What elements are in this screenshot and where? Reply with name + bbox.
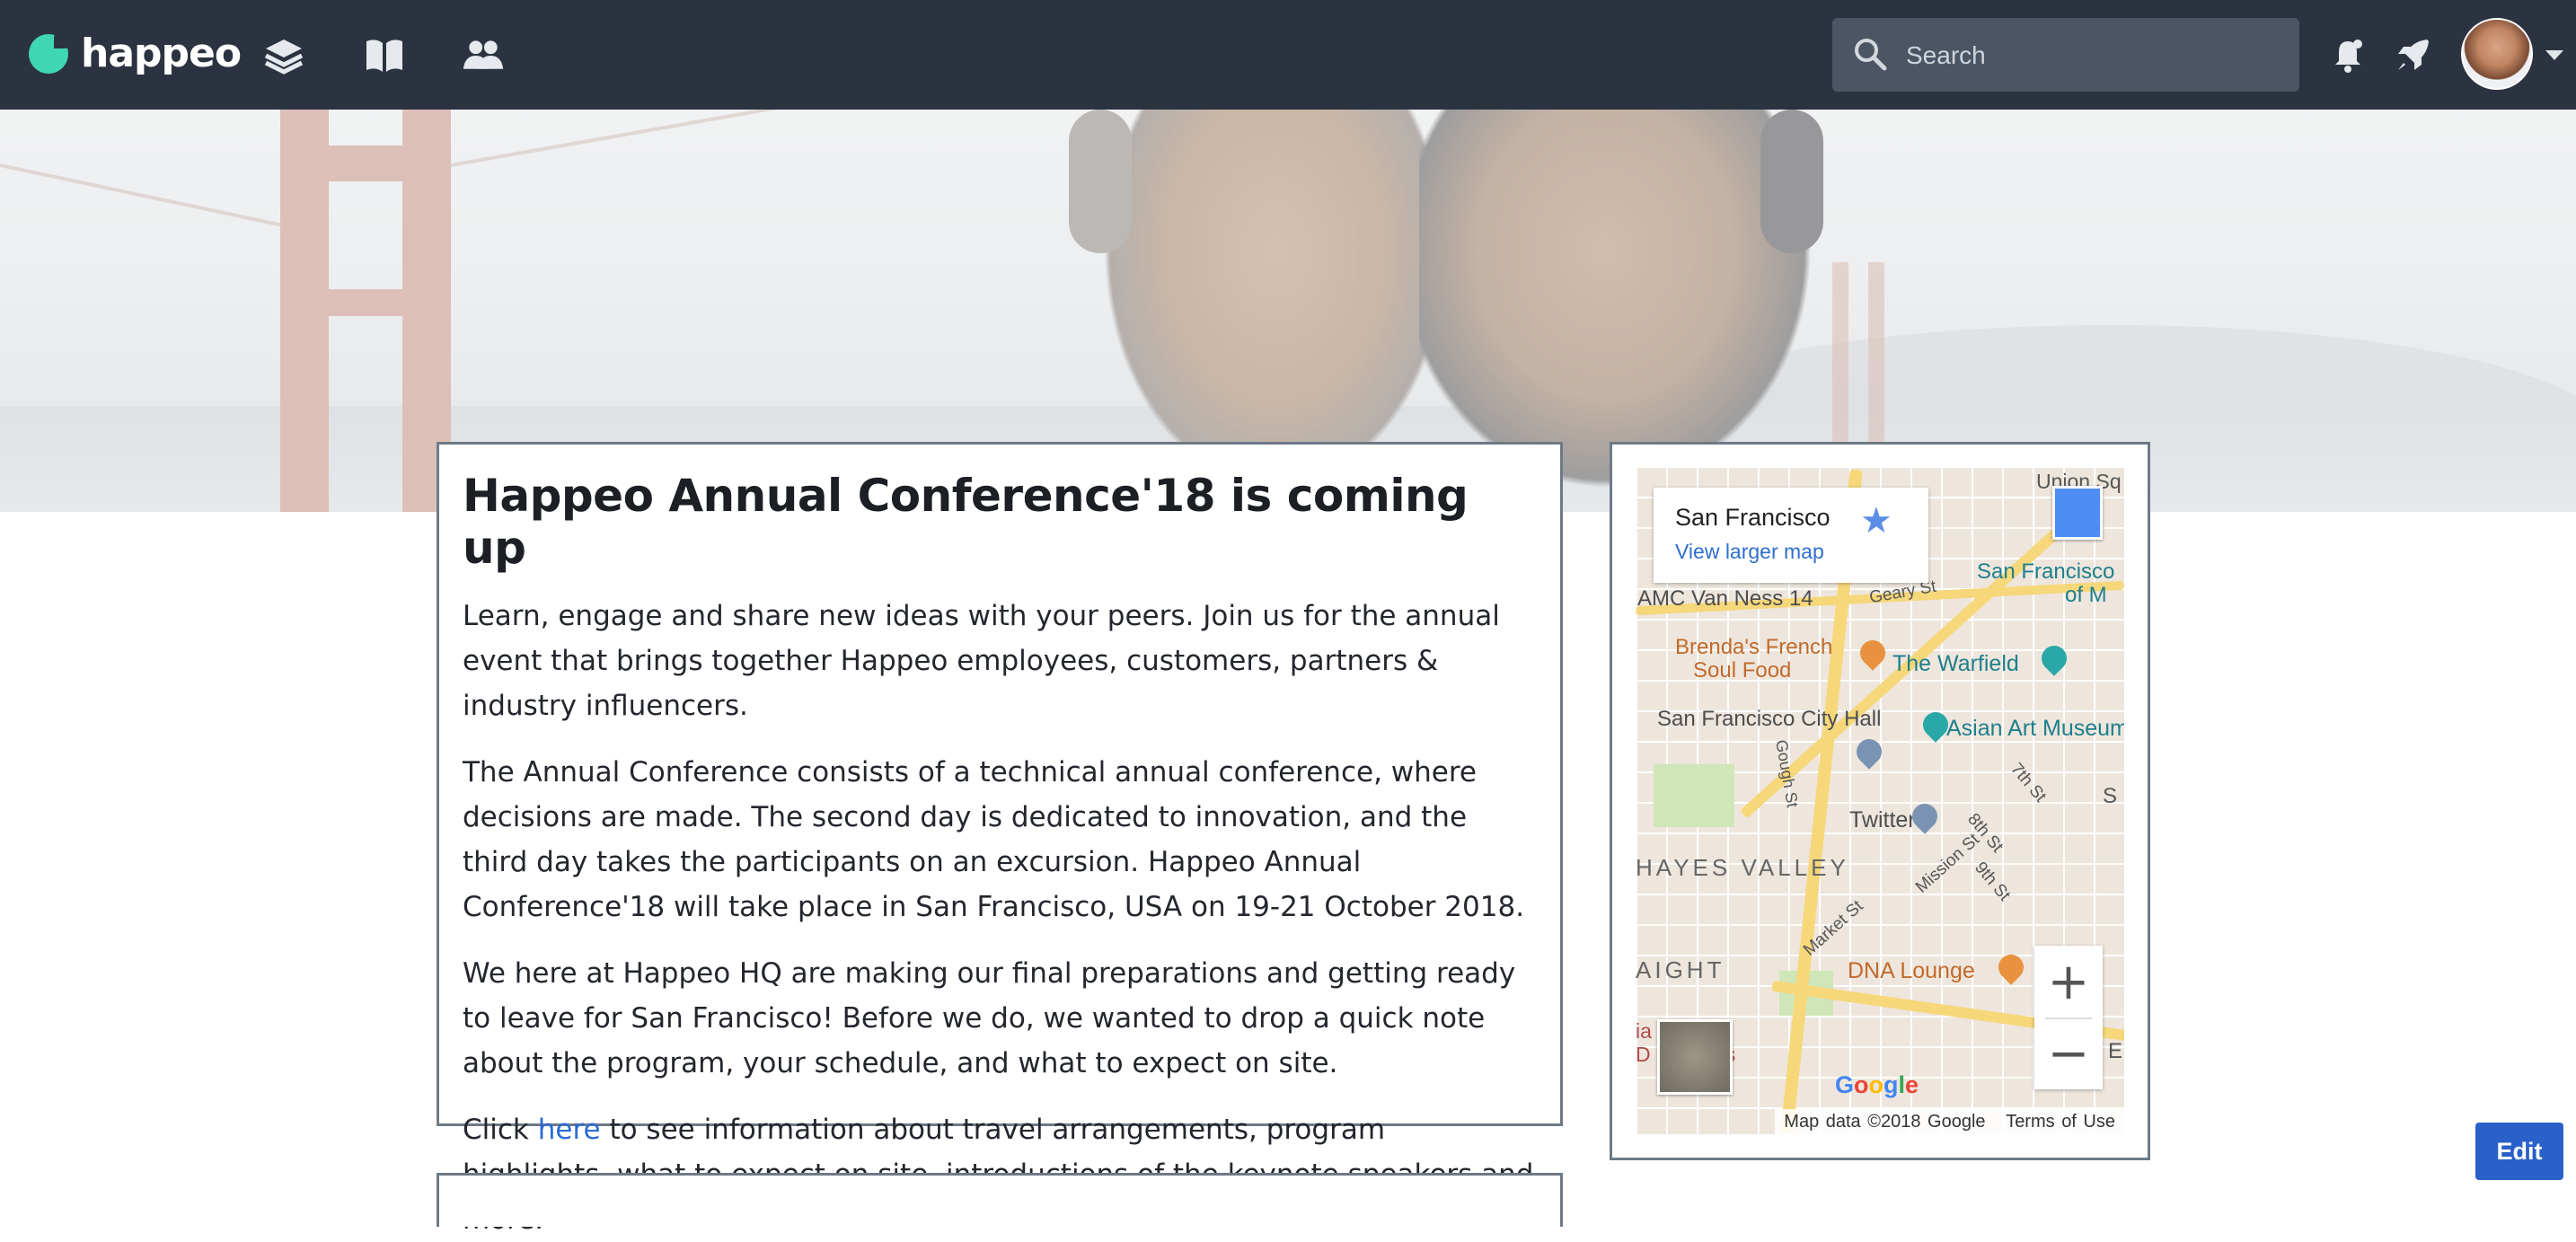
chevron-down-icon[interactable]: [2545, 50, 2563, 60]
brand-name: happeo: [81, 31, 242, 76]
zoom-in-button[interactable]: +: [2034, 946, 2103, 1017]
embedded-map[interactable]: Union Sq San Francisco of M AMC Van Ness…: [1636, 468, 2124, 1134]
google-logo: Google: [1835, 1071, 1919, 1098]
notifications-icon[interactable]: [2328, 36, 2368, 75]
satellite-toggle[interactable]: [1657, 1019, 1733, 1095]
user-avatar[interactable]: [2461, 18, 2533, 90]
map-zoom-control: + −: [2034, 946, 2103, 1089]
zoom-out-button[interactable]: −: [2034, 1017, 2103, 1089]
top-bar: happeo: [0, 0, 2576, 110]
terms-of-use-link[interactable]: Terms of Use: [2006, 1112, 2115, 1132]
layers-icon[interactable]: [262, 36, 305, 75]
article-paragraph: Learn, engage and share new ideas with y…: [463, 600, 1500, 722]
save-star-icon[interactable]: ★: [1860, 500, 1892, 542]
view-larger-map-link[interactable]: View larger map: [1675, 540, 1824, 564]
happeo-logo-icon: [29, 28, 74, 74]
article-title: Happeo Annual Conference'18 is coming up: [463, 470, 1469, 574]
next-widget-card: [437, 1173, 1563, 1227]
book-icon[interactable]: [363, 36, 406, 75]
street-view-pegman-icon[interactable]: [2052, 486, 2103, 540]
search-icon: [1855, 39, 1887, 71]
map-attribution: Map data ©2018 Google Terms of Use: [1775, 1109, 2124, 1134]
here-link[interactable]: here: [538, 1114, 601, 1146]
edit-button[interactable]: Edit: [2475, 1123, 2563, 1180]
article-card: Happeo Annual Conference'18 is coming up…: [437, 442, 1563, 1236]
map-place-card: San Francisco View larger map ★: [1654, 488, 1928, 583]
people-icon[interactable]: [462, 36, 505, 75]
article-paragraph: The Annual Conference consists of a tech…: [463, 756, 1525, 923]
search-input[interactable]: [1904, 18, 2285, 93]
search-bar[interactable]: [1832, 18, 2299, 93]
map-place-name: San Francisco: [1675, 504, 1831, 531]
map-widget-card: Union Sq San Francisco of M AMC Van Ness…: [1610, 442, 2150, 1160]
happeo-logo[interactable]: happeo: [29, 28, 242, 76]
article-paragraph: We here at Happeo HQ are making our fina…: [463, 957, 1516, 1079]
rocket-icon[interactable]: [2393, 36, 2432, 75]
